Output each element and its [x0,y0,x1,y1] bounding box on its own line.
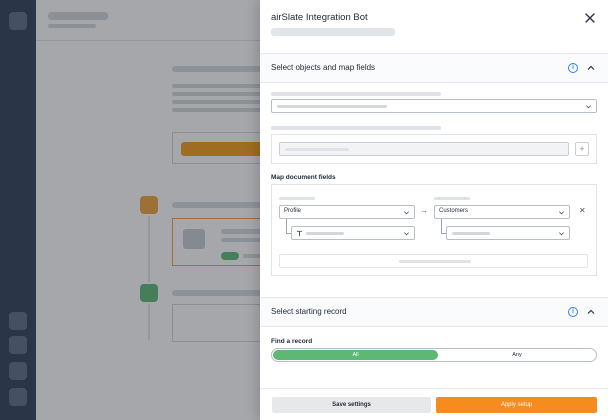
document-subfield-select[interactable] [291,226,415,240]
find-record-toggle: All Any [271,348,597,362]
chevron-down-icon [586,105,591,109]
field-label-placeholder [271,126,441,130]
input-value-placeholder [285,148,349,151]
text-type-icon [296,230,303,237]
add-icon[interactable]: + [575,142,589,156]
chevron-down-icon [559,232,564,236]
chevron-down-icon [404,211,409,215]
option-any[interactable]: Any [438,350,596,360]
select-value-placeholder [277,105,387,108]
chevron-up-icon[interactable] [586,63,596,73]
tree-connector [441,219,442,233]
apply-setup-button[interactable]: Apply setup [436,397,597,413]
object-input[interactable] [279,142,569,156]
target-object-select[interactable]: Customers [434,205,570,219]
section-start-title: Select starting record [271,307,347,316]
field-label-placeholder [434,197,470,200]
integration-bot-panel: airSlate Integration Bot Select objects … [260,0,608,420]
field-label-placeholder [271,92,441,96]
field-label-placeholder [279,197,315,200]
info-icon[interactable]: i [568,307,578,317]
panel-subtitle-placeholder [271,28,395,36]
select-value: Profile [284,208,302,214]
select-value-placeholder [452,232,490,235]
panel-footer: Save settings Apply setup [260,388,608,420]
info-icon[interactable]: i [568,63,578,73]
arrow-right-icon: → [420,206,428,215]
close-icon[interactable] [584,12,596,24]
select-value-placeholder [306,232,344,235]
map-document-fields-label: Map document fields [271,174,336,181]
tree-connector [286,219,287,233]
button-label-placeholder [399,260,471,263]
object-select[interactable] [271,99,597,113]
object-input-box: + [271,134,597,164]
section-map-title: Select objects and map fields [271,63,376,72]
panel-title: airSlate Integration Bot [271,12,368,23]
add-mapping-button[interactable] [279,254,588,268]
panel-header: airSlate Integration Bot [260,0,608,46]
option-all[interactable]: All [273,350,438,360]
target-field-select[interactable] [446,226,570,240]
chevron-down-icon [404,232,409,236]
select-value: Customers [439,208,469,214]
section-start-header[interactable]: Select starting record i [260,297,608,327]
save-settings-button[interactable]: Save settings [272,397,431,413]
chevron-up-icon[interactable] [586,307,596,317]
document-field-select[interactable]: Profile [279,205,415,219]
section-map-header[interactable]: Select objects and map fields i [260,53,608,83]
chevron-down-icon [559,211,564,215]
field-mapping-box: Profile → Customers ✕ [271,184,597,276]
remove-mapping-icon[interactable]: ✕ [579,206,586,215]
find-record-label: Find a record [271,338,313,345]
